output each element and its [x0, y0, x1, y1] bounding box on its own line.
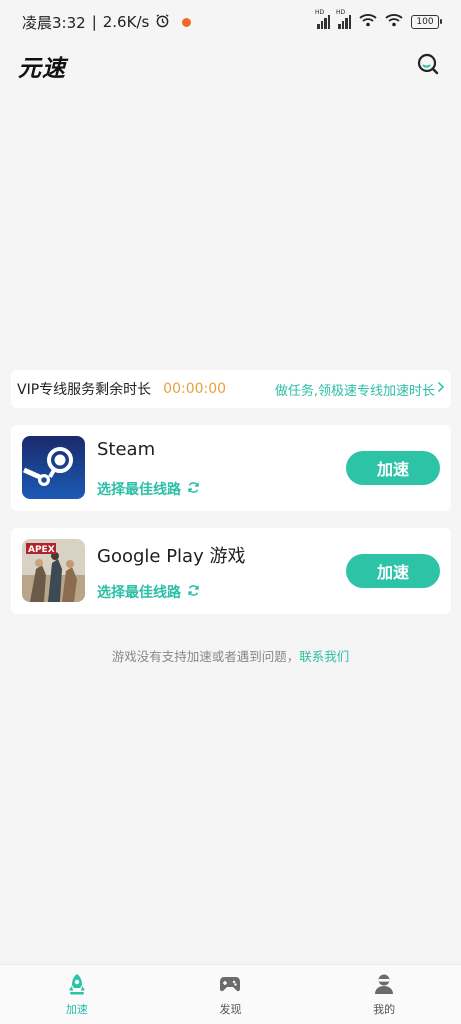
help-text: 游戏没有支持加速或者遇到问题，联系我们 [0, 646, 461, 665]
app-header: 元速 [0, 44, 461, 88]
battery-icon: 100 [411, 15, 442, 29]
game-card-steam[interactable]: Steam 选择最佳线路 加速 [11, 425, 451, 511]
app-logo: 元速 [18, 56, 66, 82]
status-bar: 凌晨3:32 | 2.6K/s HD HD 100 [0, 0, 461, 44]
contact-us-link[interactable]: 联系我们 [299, 649, 349, 664]
signal-icon: HD [336, 9, 351, 29]
svg-text:APEX: APEX [28, 545, 55, 555]
nav-item-profile[interactable]: 我的 [334, 972, 434, 1017]
accelerate-button[interactable]: 加速 [346, 451, 440, 485]
search-button[interactable] [413, 51, 443, 81]
status-time: 凌晨3:32 [22, 13, 86, 32]
bottom-nav: 加速 发现 我的 [0, 964, 461, 1024]
steam-logo-icon [22, 436, 85, 499]
apex-cover-icon: APEX [22, 539, 85, 602]
game-name: Steam [97, 439, 156, 460]
accelerate-button[interactable]: 加速 [346, 554, 440, 588]
status-right: HD HD 100 [315, 9, 442, 31]
gamepad-icon [218, 972, 242, 999]
vip-task-link-label: 做任务,领极速专线加速时长 [274, 383, 435, 399]
status-speed: 2.6K/s [102, 13, 150, 31]
wifi-icon [385, 13, 403, 31]
vip-label: VIP专线服务剩余时长 [17, 382, 152, 398]
nav-item-accelerate[interactable]: 加速 [27, 972, 127, 1017]
route-select-label: 选择最佳线路 [97, 482, 181, 498]
route-select[interactable]: 选择最佳线路 [97, 582, 200, 602]
nav-label: 我的 [373, 1003, 396, 1016]
status-separator: | [91, 13, 97, 31]
route-select[interactable]: 选择最佳线路 [97, 479, 200, 499]
status-left: 凌晨3:32 | 2.6K/s [22, 12, 192, 33]
alarm-icon [155, 13, 170, 32]
route-select-label: 选择最佳线路 [97, 585, 181, 601]
game-name: Google Play 游戏 [97, 546, 246, 567]
refresh-icon [187, 481, 200, 498]
wifi-icon [359, 13, 377, 31]
vip-remaining-time: 00:00:00 [163, 381, 227, 397]
search-icon [416, 52, 440, 80]
signal-icon: HD [315, 9, 330, 29]
chevron-right-icon [437, 381, 445, 397]
user-icon [372, 972, 396, 999]
rocket-icon [65, 972, 89, 999]
vip-time-bar: VIP专线服务剩余时长 00:00:00 做任务,领极速专线加速时长 [11, 370, 451, 408]
game-card-google-play[interactable]: APEX Google Play 游戏 选择最佳线路 加速 [11, 528, 451, 614]
help-text-body: 游戏没有支持加速或者遇到问题， [111, 649, 300, 664]
nav-item-discover[interactable]: 发现 [180, 972, 280, 1017]
vip-task-link[interactable]: 做任务,领极速专线加速时长 [275, 380, 445, 399]
refresh-icon [187, 584, 200, 601]
notification-dot-icon [182, 17, 192, 27]
nav-label: 加速 [65, 1003, 88, 1016]
nav-label: 发现 [219, 1003, 242, 1016]
